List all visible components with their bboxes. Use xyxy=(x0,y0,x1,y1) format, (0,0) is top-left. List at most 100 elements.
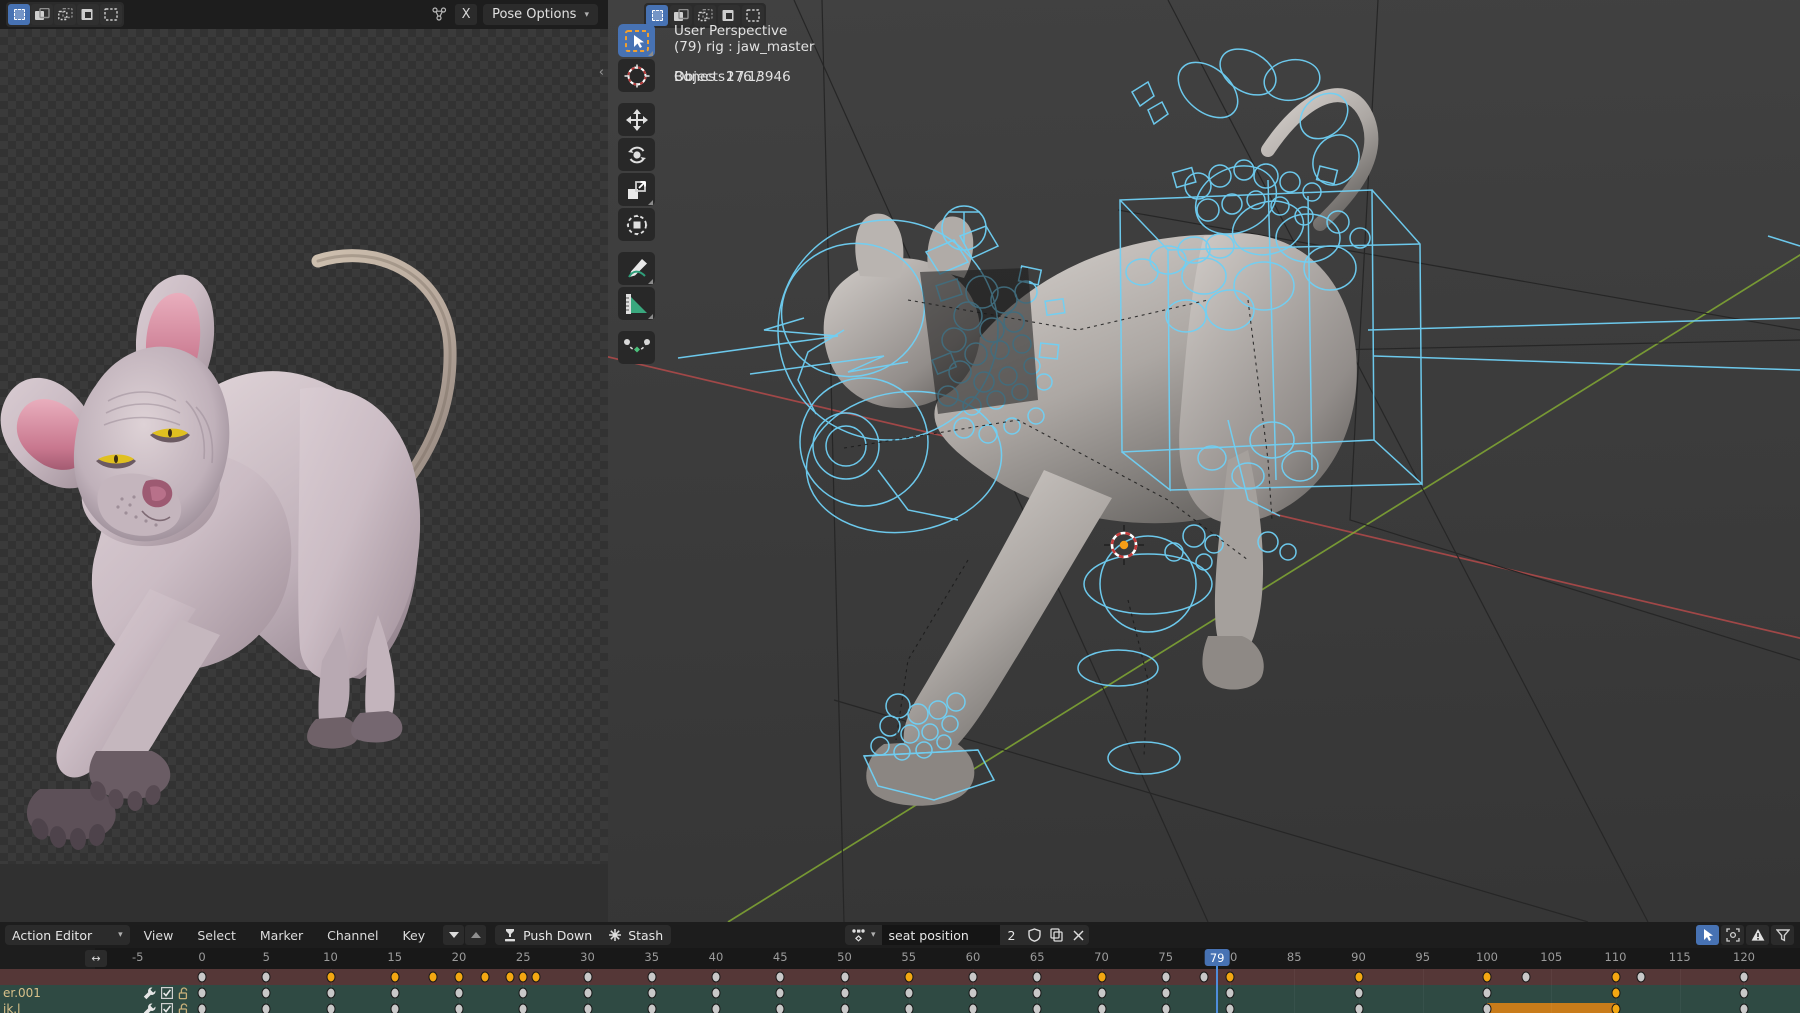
keyframe[interactable] xyxy=(840,987,849,999)
keyframe[interactable] xyxy=(904,987,914,999)
summary-row[interactable] xyxy=(0,969,1800,985)
keyframe[interactable] xyxy=(1097,987,1106,999)
channel-er-001-keyframes[interactable] xyxy=(0,985,1800,1001)
rotate-tool-button[interactable] xyxy=(618,138,655,171)
keyframe[interactable] xyxy=(1739,1003,1749,1013)
select-invert-button[interactable] xyxy=(77,4,99,25)
keyframe[interactable] xyxy=(1739,971,1749,983)
keyframe[interactable] xyxy=(968,1003,978,1013)
table-row[interactable]: ik.l xyxy=(0,1001,1800,1013)
keyframe[interactable] xyxy=(390,971,400,983)
keyframe[interactable] xyxy=(583,987,592,999)
menu-select[interactable]: Select xyxy=(187,925,246,945)
select-extend-button[interactable] xyxy=(31,4,53,25)
duplicate-icon[interactable] xyxy=(1045,925,1068,945)
close-button[interactable]: X xyxy=(455,4,478,25)
keyframe[interactable] xyxy=(1521,971,1531,983)
keyframe[interactable] xyxy=(647,987,657,999)
keyframe[interactable] xyxy=(647,1003,657,1013)
dope-sheet-rows[interactable]: er.001 ik.l xyxy=(0,969,1800,1013)
move-tool-button[interactable] xyxy=(618,103,655,136)
keyframe[interactable] xyxy=(775,987,785,999)
keyframe[interactable] xyxy=(390,1003,400,1013)
channel-resize-handle[interactable]: ↔ xyxy=(85,950,107,967)
keyframe[interactable] xyxy=(775,1003,785,1013)
keyframe[interactable] xyxy=(1482,987,1492,999)
keyframe[interactable] xyxy=(261,971,271,983)
menu-view[interactable]: View xyxy=(134,925,184,945)
scale-tool-button[interactable] xyxy=(618,173,655,206)
tweak-tool-button[interactable] xyxy=(618,24,655,57)
keyframe[interactable] xyxy=(197,971,207,983)
keyframe[interactable] xyxy=(197,987,207,999)
keyframe[interactable] xyxy=(197,1003,207,1013)
keyframe[interactable] xyxy=(326,971,335,983)
keyframe[interactable] xyxy=(326,987,335,999)
keyframe[interactable] xyxy=(583,1003,592,1013)
transform-tool-button[interactable] xyxy=(618,208,655,241)
keyframe[interactable] xyxy=(1225,971,1235,983)
timeline-ruler[interactable]: ↔ -5 0 5 10 15 20 25 30 35 40 45 50 55 60 65 70 75 80 85 90… xyxy=(0,948,1800,969)
summary-keyframes[interactable] xyxy=(0,969,1800,985)
keyframe[interactable] xyxy=(840,1003,849,1013)
keyframe[interactable] xyxy=(505,971,515,983)
playhead-frame-indicator[interactable]: 79 xyxy=(1204,949,1230,966)
browse-up-button[interactable] xyxy=(465,925,487,945)
fake-user-shield-icon[interactable] xyxy=(1023,925,1046,945)
select-set-button[interactable] xyxy=(8,4,30,25)
keyframe[interactable] xyxy=(531,971,541,983)
table-row[interactable]: er.001 xyxy=(0,985,1800,1001)
menu-marker[interactable]: Marker xyxy=(250,925,313,945)
keyframe[interactable] xyxy=(1032,971,1042,983)
viewport-select-set-button[interactable] xyxy=(646,5,668,26)
keyframe[interactable] xyxy=(518,987,528,999)
keyframe[interactable] xyxy=(518,971,528,983)
image-canvas[interactable]: ‹ xyxy=(0,29,608,864)
keyframe[interactable] xyxy=(1225,987,1235,999)
keyframe[interactable] xyxy=(454,987,464,999)
keyframe[interactable] xyxy=(1611,987,1620,999)
keyframe[interactable] xyxy=(1354,987,1363,999)
push-down-button[interactable]: Push Down xyxy=(495,925,600,945)
keyframe[interactable] xyxy=(1097,1003,1106,1013)
keyframe[interactable] xyxy=(1636,971,1646,983)
keyframe[interactable] xyxy=(261,1003,271,1013)
keyframe[interactable] xyxy=(1161,971,1171,983)
menu-key[interactable]: Key xyxy=(392,925,435,945)
keyframe[interactable] xyxy=(1482,1003,1492,1013)
keyframe[interactable] xyxy=(711,1003,721,1013)
keyframe[interactable] xyxy=(1097,971,1106,983)
keyframe[interactable] xyxy=(454,1003,464,1013)
keyframe[interactable] xyxy=(904,1003,914,1013)
keyframe[interactable] xyxy=(1354,1003,1363,1013)
proportional-falloff-toggle[interactable] xyxy=(1721,925,1744,945)
keyframe[interactable] xyxy=(711,971,721,983)
keyframe[interactable] xyxy=(1161,987,1171,999)
action-name-field[interactable]: seat position xyxy=(881,925,1000,945)
keyframe[interactable] xyxy=(904,971,914,983)
channel-ik-l-keyframes[interactable] xyxy=(0,1001,1800,1013)
keyframe[interactable] xyxy=(968,971,978,983)
pose-options-dropdown[interactable]: Pose Options ▾ xyxy=(483,4,598,25)
keyframe[interactable] xyxy=(1225,1003,1235,1013)
keyframe[interactable] xyxy=(1032,1003,1042,1013)
only-show-errors-toggle[interactable] xyxy=(1746,925,1769,945)
action-type-dropdown[interactable]: ▾ xyxy=(845,925,882,945)
measure-tool-button[interactable] xyxy=(618,287,655,320)
keyframe[interactable] xyxy=(647,971,657,983)
menu-channel[interactable]: Channel xyxy=(317,925,388,945)
3d-viewport[interactable]: User Perspective (79) rig : jaw_master O… xyxy=(608,0,1800,922)
keyframe[interactable] xyxy=(711,987,721,999)
keyframe[interactable] xyxy=(1482,971,1492,983)
browse-down-button[interactable] xyxy=(443,925,465,945)
keyframe[interactable] xyxy=(840,971,849,983)
keyframe[interactable] xyxy=(1032,987,1042,999)
keyframe[interactable] xyxy=(390,987,400,999)
keyframe[interactable] xyxy=(326,1003,335,1013)
select-intersect-button[interactable] xyxy=(100,4,122,25)
channel-ik-l-header[interactable]: ik.l xyxy=(0,1001,196,1013)
keyframe[interactable] xyxy=(968,987,978,999)
keyframe[interactable] xyxy=(1611,971,1620,983)
select-subtract-button[interactable] xyxy=(54,4,76,25)
keyframe[interactable] xyxy=(480,971,490,983)
